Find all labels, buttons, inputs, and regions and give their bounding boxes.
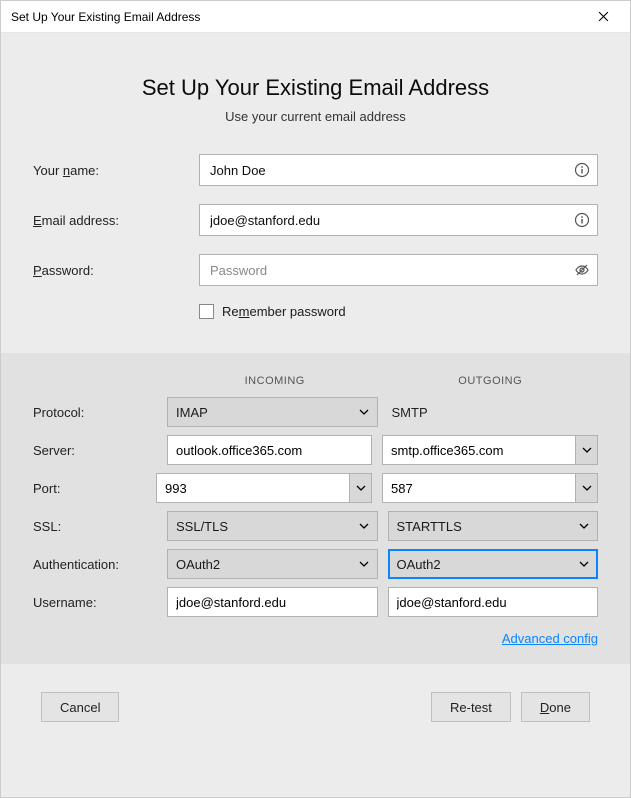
outgoing-server-input[interactable] (383, 436, 575, 464)
advanced-config-link[interactable]: Advanced config (502, 631, 598, 646)
remember-password-label: Remember password (222, 304, 346, 319)
outgoing-server-dropdown-button[interactable] (575, 436, 597, 464)
close-button[interactable] (580, 2, 626, 32)
outgoing-ssl-select[interactable]: STARTTLS (388, 511, 599, 541)
page-heading: Set Up Your Existing Email Address (21, 75, 610, 101)
info-icon[interactable] (574, 162, 590, 178)
close-icon (598, 11, 609, 22)
incoming-username-input[interactable] (167, 587, 378, 617)
done-button[interactable]: Done (521, 692, 590, 722)
window-title: Set Up Your Existing Email Address (11, 10, 200, 24)
server-label: Server: (33, 443, 157, 458)
password-input[interactable] (199, 254, 598, 286)
outgoing-port-input[interactable] (383, 474, 575, 502)
auth-label: Authentication: (33, 557, 157, 572)
outgoing-server-combo[interactable] (382, 435, 598, 465)
email-setup-window: Set Up Your Existing Email Address Set U… (0, 0, 631, 798)
incoming-auth-select[interactable]: OAuth2 (167, 549, 378, 579)
protocol-label: Protocol: (33, 405, 157, 420)
chevron-down-icon (582, 445, 592, 455)
incoming-header: INCOMING (167, 375, 383, 387)
email-label: Email address: (33, 213, 199, 228)
chevron-down-icon (356, 483, 366, 493)
port-label: Port: (33, 481, 146, 496)
chevron-down-icon (582, 483, 592, 493)
info-icon[interactable] (574, 212, 590, 228)
incoming-port-dropdown-button[interactable] (349, 474, 371, 502)
outgoing-port-dropdown-button[interactable] (575, 474, 597, 502)
chevron-down-icon (359, 559, 369, 569)
chevron-down-icon (359, 521, 369, 531)
cancel-button[interactable]: Cancel (41, 692, 119, 722)
password-label: Password: (33, 263, 199, 278)
your-name-input[interactable] (199, 154, 598, 186)
outgoing-auth-select[interactable]: OAuth2 (388, 549, 599, 579)
incoming-server-input[interactable] (167, 435, 372, 465)
incoming-ssl-select[interactable]: SSL/TLS (167, 511, 378, 541)
your-name-label: Your name: (33, 163, 199, 178)
chevron-down-icon (579, 521, 589, 531)
ssl-label: SSL: (33, 519, 157, 534)
incoming-port-combo[interactable] (156, 473, 372, 503)
outgoing-header: OUTGOING (383, 375, 599, 387)
retest-button[interactable]: Re-test (431, 692, 511, 722)
incoming-protocol-select[interactable]: IMAP (167, 397, 378, 427)
eye-off-icon[interactable] (574, 262, 590, 278)
chevron-down-icon (579, 559, 589, 569)
outgoing-protocol-text: SMTP (388, 405, 428, 420)
outgoing-port-combo[interactable] (382, 473, 598, 503)
chevron-down-icon (359, 407, 369, 417)
outgoing-username-input[interactable] (388, 587, 599, 617)
remember-password-checkbox[interactable] (199, 304, 214, 319)
incoming-port-input[interactable] (157, 474, 349, 502)
titlebar: Set Up Your Existing Email Address (1, 1, 630, 33)
username-label: Username: (33, 595, 157, 610)
page-subheading: Use your current email address (21, 109, 610, 124)
email-input[interactable] (199, 204, 598, 236)
